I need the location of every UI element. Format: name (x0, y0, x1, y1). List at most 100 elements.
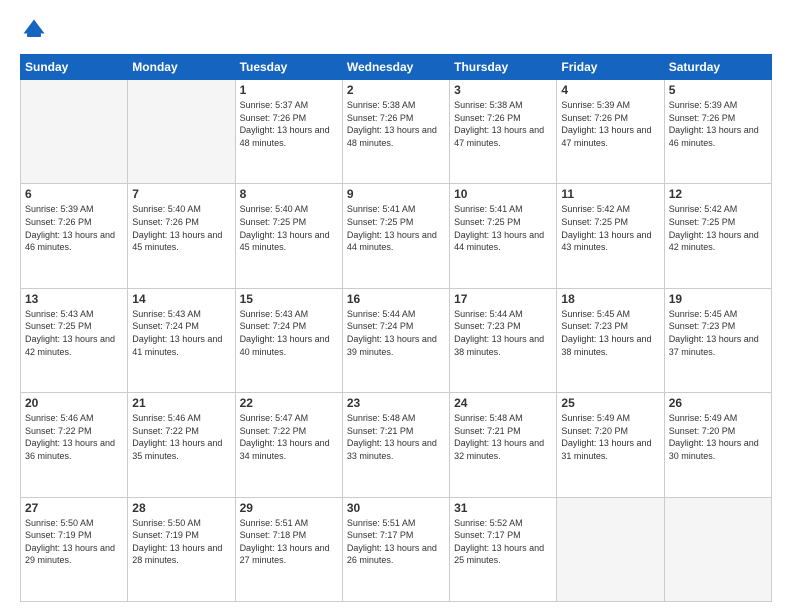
weekday-header-saturday: Saturday (664, 55, 771, 80)
calendar-cell: 2 Sunrise: 5:38 AMSunset: 7:26 PMDaylight… (342, 80, 449, 184)
calendar-cell: 30 Sunrise: 5:51 AMSunset: 7:17 PMDayligh… (342, 497, 449, 601)
day-number: 31 (454, 501, 552, 515)
day-info: Sunrise: 5:50 AMSunset: 7:19 PMDaylight:… (132, 517, 230, 567)
calendar-cell: 3 Sunrise: 5:38 AMSunset: 7:26 PMDaylight… (450, 80, 557, 184)
day-info: Sunrise: 5:43 AMSunset: 7:24 PMDaylight:… (240, 308, 338, 358)
day-number: 3 (454, 83, 552, 97)
day-number: 7 (132, 187, 230, 201)
day-info: Sunrise: 5:51 AMSunset: 7:17 PMDaylight:… (347, 517, 445, 567)
day-info: Sunrise: 5:39 AMSunset: 7:26 PMDaylight:… (561, 99, 659, 149)
calendar-cell: 14Sunrise: 5:43 AMSunset: 7:24 PMDayligh… (128, 288, 235, 392)
calendar-cell: 12 Sunrise: 5:42 AMSunset: 7:25 PMDayligh… (664, 184, 771, 288)
day-number: 14 (132, 292, 230, 306)
day-info: Sunrise: 5:40 AMSunset: 7:26 PMDaylight:… (132, 203, 230, 253)
calendar-cell: 22 Sunrise: 5:47 AMSunset: 7:22 PMDayligh… (235, 393, 342, 497)
day-info: Sunrise: 5:47 AMSunset: 7:22 PMDaylight:… (240, 412, 338, 462)
calendar-cell: 18 Sunrise: 5:45 AMSunset: 7:23 PMDayligh… (557, 288, 664, 392)
day-number: 20 (25, 396, 123, 410)
day-info: Sunrise: 5:38 AMSunset: 7:26 PMDaylight:… (454, 99, 552, 149)
calendar-cell: 19Sunrise: 5:45 AMSunset: 7:23 PMDayligh… (664, 288, 771, 392)
day-info: Sunrise: 5:44 AMSunset: 7:24 PMDaylight:… (347, 308, 445, 358)
day-info: Sunrise: 5:46 AMSunset: 7:22 PMDaylight:… (25, 412, 123, 462)
day-info: Sunrise: 5:43 AMSunset: 7:25 PMDaylight:… (25, 308, 123, 358)
day-info: Sunrise: 5:40 AMSunset: 7:25 PMDaylight:… (240, 203, 338, 253)
day-number: 21 (132, 396, 230, 410)
day-number: 18 (561, 292, 659, 306)
day-number: 27 (25, 501, 123, 515)
calendar-week-1: 1Sunrise: 5:37 AMSunset: 7:26 PMDaylight… (21, 80, 772, 184)
weekday-header-sunday: Sunday (21, 55, 128, 80)
calendar-cell: 29 Sunrise: 5:51 AMSunset: 7:18 PMDayligh… (235, 497, 342, 601)
day-number: 15 (240, 292, 338, 306)
calendar-cell: 7 Sunrise: 5:40 AMSunset: 7:26 PMDaylight… (128, 184, 235, 288)
header (20, 16, 772, 44)
day-number: 5 (669, 83, 767, 97)
calendar-cell: 10 Sunrise: 5:41 AMSunset: 7:25 PMDayligh… (450, 184, 557, 288)
calendar-cell: 16 Sunrise: 5:44 AMSunset: 7:24 PMDayligh… (342, 288, 449, 392)
calendar-week-3: 13 Sunrise: 5:43 AMSunset: 7:25 PMDayligh… (21, 288, 772, 392)
day-info: Sunrise: 5:41 AMSunset: 7:25 PMDaylight:… (347, 203, 445, 253)
day-number: 9 (347, 187, 445, 201)
day-info: Sunrise: 5:52 AMSunset: 7:17 PMDaylight:… (454, 517, 552, 567)
day-info: Sunrise: 5:41 AMSunset: 7:25 PMDaylight:… (454, 203, 552, 253)
calendar-cell (557, 497, 664, 601)
calendar-cell (21, 80, 128, 184)
weekday-header-row: SundayMondayTuesdayWednesdayThursdayFrid… (21, 55, 772, 80)
day-info: Sunrise: 5:49 AMSunset: 7:20 PMDaylight:… (669, 412, 767, 462)
day-info: Sunrise: 5:45 AMSunset: 7:23 PMDaylight:… (669, 308, 767, 358)
calendar-table: SundayMondayTuesdayWednesdayThursdayFrid… (20, 54, 772, 602)
day-info: Sunrise: 5:39 AMSunset: 7:26 PMDaylight:… (25, 203, 123, 253)
calendar-cell: 31 Sunrise: 5:52 AMSunset: 7:17 PMDayligh… (450, 497, 557, 601)
day-number: 6 (25, 187, 123, 201)
day-number: 29 (240, 501, 338, 515)
weekday-header-monday: Monday (128, 55, 235, 80)
calendar-cell: 1Sunrise: 5:37 AMSunset: 7:26 PMDaylight… (235, 80, 342, 184)
day-info: Sunrise: 5:42 AMSunset: 7:25 PMDaylight:… (669, 203, 767, 253)
day-number: 12 (669, 187, 767, 201)
day-info: Sunrise: 5:46 AMSunset: 7:22 PMDaylight:… (132, 412, 230, 462)
calendar-cell: 23 Sunrise: 5:48 AMSunset: 7:21 PMDayligh… (342, 393, 449, 497)
calendar-cell: 28Sunrise: 5:50 AMSunset: 7:19 PMDayligh… (128, 497, 235, 601)
day-info: Sunrise: 5:39 AMSunset: 7:26 PMDaylight:… (669, 99, 767, 149)
calendar-cell (664, 497, 771, 601)
calendar-cell: 4 Sunrise: 5:39 AMSunset: 7:26 PMDaylight… (557, 80, 664, 184)
calendar-cell: 8Sunrise: 5:40 AMSunset: 7:25 PMDaylight… (235, 184, 342, 288)
page: SundayMondayTuesdayWednesdayThursdayFrid… (0, 0, 792, 612)
day-info: Sunrise: 5:48 AMSunset: 7:21 PMDaylight:… (347, 412, 445, 462)
day-number: 30 (347, 501, 445, 515)
day-number: 25 (561, 396, 659, 410)
day-number: 4 (561, 83, 659, 97)
day-number: 23 (347, 396, 445, 410)
calendar-cell: 17Sunrise: 5:44 AMSunset: 7:23 PMDayligh… (450, 288, 557, 392)
weekday-header-thursday: Thursday (450, 55, 557, 80)
logo-icon (20, 16, 48, 44)
calendar-cell: 15 Sunrise: 5:43 AMSunset: 7:24 PMDayligh… (235, 288, 342, 392)
calendar-week-2: 6 Sunrise: 5:39 AMSunset: 7:26 PMDaylight… (21, 184, 772, 288)
day-info: Sunrise: 5:38 AMSunset: 7:26 PMDaylight:… (347, 99, 445, 149)
day-number: 1 (240, 83, 338, 97)
weekday-header-friday: Friday (557, 55, 664, 80)
day-number: 2 (347, 83, 445, 97)
day-number: 10 (454, 187, 552, 201)
day-number: 13 (25, 292, 123, 306)
calendar-cell: 26Sunrise: 5:49 AMSunset: 7:20 PMDayligh… (664, 393, 771, 497)
calendar-cell: 20 Sunrise: 5:46 AMSunset: 7:22 PMDayligh… (21, 393, 128, 497)
calendar-week-5: 27 Sunrise: 5:50 AMSunset: 7:19 PMDayligh… (21, 497, 772, 601)
day-number: 16 (347, 292, 445, 306)
logo (20, 16, 52, 44)
weekday-header-tuesday: Tuesday (235, 55, 342, 80)
calendar-cell: 13 Sunrise: 5:43 AMSunset: 7:25 PMDayligh… (21, 288, 128, 392)
weekday-header-wednesday: Wednesday (342, 55, 449, 80)
calendar-cell: 6 Sunrise: 5:39 AMSunset: 7:26 PMDaylight… (21, 184, 128, 288)
calendar-cell: 25 Sunrise: 5:49 AMSunset: 7:20 PMDayligh… (557, 393, 664, 497)
day-info: Sunrise: 5:45 AMSunset: 7:23 PMDaylight:… (561, 308, 659, 358)
calendar-cell: 9 Sunrise: 5:41 AMSunset: 7:25 PMDaylight… (342, 184, 449, 288)
day-info: Sunrise: 5:49 AMSunset: 7:20 PMDaylight:… (561, 412, 659, 462)
day-number: 17 (454, 292, 552, 306)
calendar-cell: 27Sunrise: 5:50 AMSunset: 7:19 PMDayligh… (21, 497, 128, 601)
day-number: 24 (454, 396, 552, 410)
day-number: 22 (240, 396, 338, 410)
day-info: Sunrise: 5:51 AMSunset: 7:18 PMDaylight:… (240, 517, 338, 567)
calendar-week-4: 20 Sunrise: 5:46 AMSunset: 7:22 PMDayligh… (21, 393, 772, 497)
calendar-cell: 21 Sunrise: 5:46 AMSunset: 7:22 PMDayligh… (128, 393, 235, 497)
